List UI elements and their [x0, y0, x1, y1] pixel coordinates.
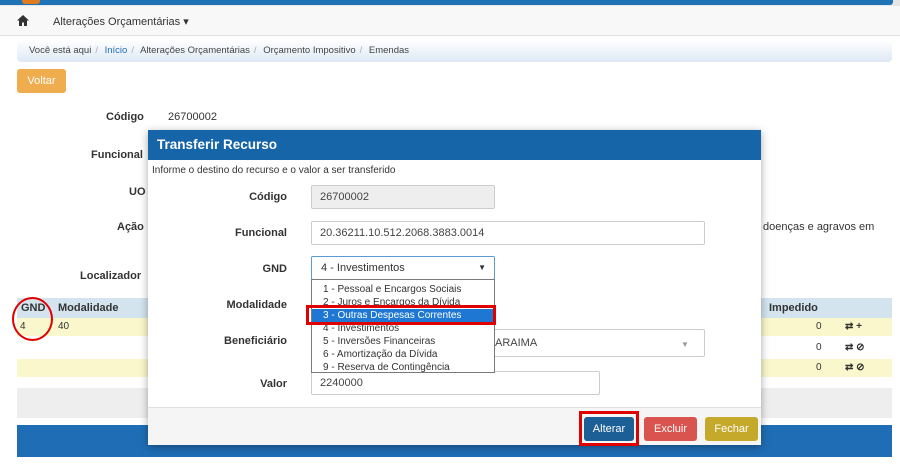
gnd-select-value: 4 - Investimentos [321, 262, 405, 274]
breadcrumb: Você está aqui / Início / Alterações Orçam… [17, 40, 892, 62]
codigo-label: Código [106, 111, 144, 123]
annotation-rect-button [579, 411, 639, 446]
breadcrumb-here: Você está aqui [29, 45, 92, 56]
chevron-down-icon: ▼ [478, 263, 486, 272]
row-actions[interactable]: ⇄ ⊘ [845, 362, 865, 373]
modal-modalidade-label: Modalidade [226, 299, 287, 311]
modal-funcional-label: Funcional [235, 227, 287, 239]
modal-gnd-label: GND [262, 263, 287, 275]
gnd-option[interactable]: 6 - Amortização da Dívida [312, 348, 494, 361]
modal-title: Transferir Recurso [148, 130, 761, 160]
breadcrumb-item-emendas: Emendas [368, 45, 410, 56]
valor-input[interactable]: 2240000 [311, 371, 600, 395]
row-actions[interactable]: ⇄ ⊘ [845, 342, 865, 353]
modal-funcional-field[interactable]: 20.36211.10.512.2068.3883.0014 [311, 221, 705, 245]
navbar: Alterações Orçamentárias ▾ [0, 6, 900, 36]
voltar-button[interactable]: Voltar [17, 69, 66, 93]
modal-subtitle: Informe o destino do recurso e o valor a… [152, 165, 396, 176]
codigo-value: 26700002 [168, 111, 217, 123]
brand-tab [22, 0, 40, 4]
beneficiario-value: ARAIMA [495, 337, 538, 349]
gnd-option[interactable]: 1 - Pessoal e Encargos Sociais [312, 283, 494, 296]
breadcrumb-item-orcamento[interactable]: Orçamento Impositivo [263, 45, 355, 56]
annotation-rect-option [306, 305, 496, 325]
modal-codigo-field: 26700002 [311, 185, 495, 209]
top-brand-bar [0, 0, 893, 5]
col-impedido: Impedido [769, 302, 818, 314]
nav-menu-alteracoes[interactable]: Alterações Orçamentárias ▾ [53, 15, 189, 28]
row-actions[interactable]: ⇄ + [845, 321, 862, 332]
breadcrumb-item-alteracoes[interactable]: Alterações Orçamentárias [140, 45, 250, 56]
modal-valor-label: Valor [260, 378, 287, 390]
gnd-option[interactable]: 9 - Reserva de Contingência [312, 361, 494, 374]
funcional-label: Funcional [91, 149, 143, 161]
annotation-circle [12, 297, 53, 341]
transferir-recurso-modal: Transferir Recurso Informe o destino do … [148, 130, 761, 446]
home-icon[interactable] [16, 14, 30, 27]
cell-impedido: 0 [816, 342, 822, 353]
cell-impedido: 0 [816, 362, 822, 373]
acao-value: doenças e agravos em [763, 221, 875, 233]
fechar-button[interactable]: Fechar [705, 417, 758, 441]
modal-codigo-label: Código [249, 191, 287, 203]
gnd-select[interactable]: 4 - Investimentos ▼ [311, 256, 495, 280]
cell-impedido: 0 [816, 321, 822, 332]
modal-beneficiario-label: Beneficiário [224, 335, 287, 347]
acao-label: Ação [117, 221, 144, 233]
gnd-dropdown-list: 1 - Pessoal e Encargos Sociais 2 - Juros… [311, 279, 495, 373]
uo-label: UO [129, 186, 146, 198]
col-modalidade: Modalidade [58, 302, 119, 314]
cell-modalidade: 40 [58, 321, 70, 332]
excluir-button[interactable]: Excluir [644, 417, 697, 441]
breadcrumb-item-inicio[interactable]: Início [105, 45, 128, 56]
localizador-label: Localizador [80, 270, 142, 282]
chevron-down-icon: ▼ [681, 340, 689, 349]
gnd-option[interactable]: 5 - Inversões Financeiras [312, 335, 494, 348]
